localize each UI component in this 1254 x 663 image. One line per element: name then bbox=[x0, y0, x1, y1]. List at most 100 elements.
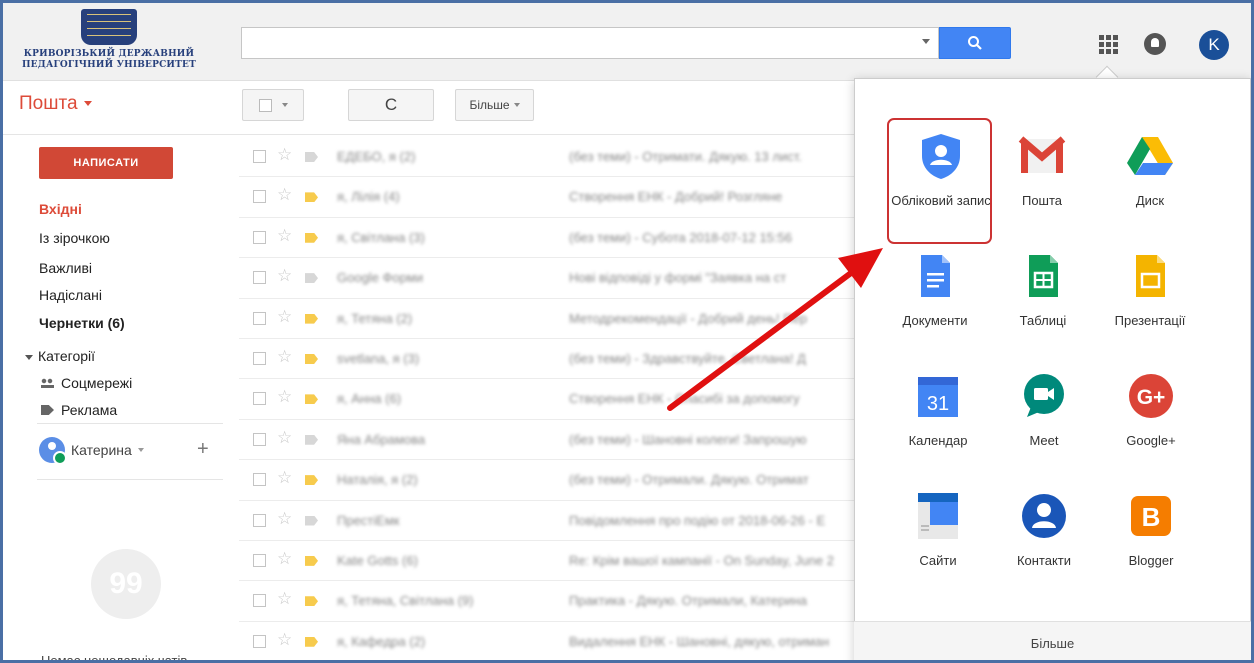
search-button[interactable] bbox=[939, 27, 1011, 59]
star-icon[interactable]: ☆ bbox=[277, 630, 292, 650]
importance-marker-icon[interactable] bbox=[305, 232, 318, 243]
refresh-icon: C bbox=[384, 95, 398, 114]
row-checkbox[interactable] bbox=[253, 473, 266, 487]
select-all-checkbox[interactable] bbox=[258, 98, 272, 112]
search-icon bbox=[968, 36, 982, 50]
star-icon[interactable]: ☆ bbox=[277, 145, 292, 165]
row-checkbox[interactable] bbox=[253, 634, 266, 648]
row-checkbox[interactable] bbox=[253, 351, 266, 365]
app-calendar[interactable]: 31 Календар bbox=[883, 371, 993, 451]
sites-icon bbox=[913, 491, 963, 541]
star-icon[interactable]: ☆ bbox=[277, 509, 292, 529]
row-checkbox[interactable] bbox=[253, 392, 266, 406]
refresh-button[interactable]: C bbox=[348, 89, 434, 121]
app-sheets[interactable]: Таблиці bbox=[988, 251, 1098, 331]
importance-marker-icon[interactable] bbox=[305, 434, 318, 445]
importance-marker-icon[interactable] bbox=[305, 555, 318, 566]
importance-marker-icon[interactable] bbox=[305, 353, 318, 364]
email-row[interactable]: ☆ я, Лілія (4) Створення ЕНК - Добрий! Роз… bbox=[239, 177, 854, 218]
email-row[interactable]: ☆ Kate Gotts (6) Re: Крім вашої кампанії -… bbox=[239, 541, 854, 582]
email-sender: я, Лілія (4) bbox=[337, 189, 400, 205]
sidebar-item-starred[interactable]: Із зірочкою bbox=[39, 230, 110, 246]
star-icon[interactable]: ☆ bbox=[277, 226, 292, 246]
row-checkbox[interactable] bbox=[253, 190, 266, 204]
row-checkbox[interactable] bbox=[253, 432, 266, 446]
email-row[interactable]: ☆ я, Тетяна (2) Методрекомендації - Добрий… bbox=[239, 299, 854, 339]
hangouts-user-status[interactable]: Катерина bbox=[39, 435, 219, 465]
search-options-dropdown-icon[interactable] bbox=[922, 39, 930, 44]
select-all-button[interactable] bbox=[242, 89, 304, 121]
sidebar-item-promotions[interactable]: Реклама bbox=[41, 402, 117, 418]
app-contacts[interactable]: Контакти bbox=[989, 491, 1099, 571]
row-checkbox[interactable] bbox=[253, 271, 266, 285]
logo-text-line2: ПЕДАГОГІЧНИЙ УНІВЕРСИТЕТ bbox=[21, 60, 196, 70]
app-google-plus[interactable]: G+ Google+ bbox=[1096, 371, 1206, 451]
importance-marker-icon[interactable] bbox=[305, 273, 318, 284]
row-checkbox[interactable] bbox=[253, 553, 266, 567]
app-drive[interactable]: Диск bbox=[1095, 131, 1205, 211]
star-icon[interactable]: ☆ bbox=[277, 387, 292, 407]
importance-marker-icon[interactable] bbox=[305, 313, 318, 324]
sidebar-item-social[interactable]: Соцмережі bbox=[41, 375, 132, 391]
app-sites[interactable]: Сайти bbox=[883, 491, 993, 571]
hangouts-user-name: Катерина bbox=[71, 442, 132, 458]
compose-button[interactable]: НАПИСАТИ bbox=[39, 147, 173, 179]
email-row[interactable]: ☆ Яна Абрамова (без теми) - Шановні колеги… bbox=[239, 420, 854, 461]
university-logo[interactable]: КРИВОРІЗЬКИЙ ДЕРЖАВНИЙ ПЕДАГОГІЧНИЙ УНІВ… bbox=[11, 9, 207, 75]
notifications-bell-icon[interactable] bbox=[1144, 33, 1166, 55]
row-checkbox[interactable] bbox=[253, 311, 266, 325]
email-subject: Практика - Дякую. Отримали, Катерина bbox=[569, 593, 808, 609]
app-mail[interactable]: Пошта bbox=[987, 131, 1097, 211]
importance-marker-icon[interactable] bbox=[305, 192, 318, 203]
apps-grid-icon[interactable] bbox=[1097, 33, 1119, 55]
email-row[interactable]: ☆ svetlana, я (3) (без теми) - Здравствуйт… bbox=[239, 339, 854, 380]
importance-marker-icon[interactable] bbox=[305, 596, 318, 607]
email-row[interactable]: ☆ ПрестіЕмк Повідомлення про подію от 2018… bbox=[239, 501, 854, 541]
app-docs[interactable]: Документи bbox=[880, 251, 990, 331]
sidebar-item-drafts[interactable]: Чернетки (6) bbox=[39, 315, 125, 331]
add-contact-button[interactable]: + bbox=[197, 439, 209, 459]
divider bbox=[37, 423, 223, 424]
email-row[interactable]: ☆ Google Форми Нові відповіді у формі "Зая… bbox=[239, 258, 854, 299]
sidebar-item-important[interactable]: Важливі bbox=[39, 260, 92, 276]
star-icon[interactable]: ☆ bbox=[277, 549, 292, 569]
row-checkbox[interactable] bbox=[253, 513, 266, 527]
importance-marker-icon[interactable] bbox=[305, 515, 318, 526]
sidebar-item-sent[interactable]: Надіслані bbox=[39, 287, 102, 303]
importance-marker-icon[interactable] bbox=[305, 394, 318, 405]
row-checkbox[interactable] bbox=[253, 150, 266, 163]
app-meet[interactable]: Meet bbox=[989, 371, 1099, 451]
star-icon[interactable]: ☆ bbox=[277, 468, 292, 488]
email-row[interactable]: ☆ я, Анна (6) Створення ЕНК - Спасибі за д… bbox=[239, 379, 854, 420]
drive-icon bbox=[1125, 131, 1175, 181]
star-icon[interactable]: ☆ bbox=[277, 185, 292, 205]
star-icon[interactable]: ☆ bbox=[277, 266, 292, 286]
star-icon[interactable]: ☆ bbox=[277, 589, 292, 609]
row-checkbox[interactable] bbox=[253, 230, 266, 244]
star-icon[interactable]: ☆ bbox=[277, 347, 292, 367]
importance-marker-icon[interactable] bbox=[305, 475, 318, 486]
more-actions-button[interactable]: Більше bbox=[455, 89, 534, 121]
search-input[interactable] bbox=[241, 27, 939, 59]
apps-more-button[interactable]: Більше bbox=[854, 621, 1251, 660]
account-avatar[interactable]: K bbox=[1199, 30, 1229, 60]
mail-app-switcher[interactable]: Пошта bbox=[19, 93, 92, 115]
divider bbox=[37, 479, 223, 480]
app-blogger[interactable]: B Blogger bbox=[1096, 491, 1206, 571]
star-icon[interactable]: ☆ bbox=[277, 428, 292, 448]
importance-marker-icon[interactable] bbox=[305, 152, 318, 162]
email-row[interactable]: ☆ я, Тетяна, Світлана (9) Практика - Дякую… bbox=[239, 581, 854, 622]
email-row[interactable]: ☆ Наталія, я (2) (без теми) - Отримали. Дя… bbox=[239, 460, 854, 501]
star-icon[interactable]: ☆ bbox=[277, 307, 292, 327]
row-checkbox[interactable] bbox=[253, 594, 266, 608]
email-row[interactable]: ☆ я, Кафедра (2) Видалення ЕНК - Шановні, … bbox=[239, 622, 854, 660]
importance-marker-icon[interactable] bbox=[305, 636, 318, 647]
email-subject: (без теми) - Шановні колеги! Запрошую bbox=[569, 431, 807, 447]
sidebar-item-inbox[interactable]: Вхідні bbox=[39, 201, 82, 217]
email-row[interactable]: ☆ я, Світлана (3) (без теми) - Субота 2018… bbox=[239, 218, 854, 259]
app-label: Google+ bbox=[1126, 433, 1176, 448]
sidebar-categories-toggle[interactable]: Категорії bbox=[25, 348, 95, 364]
email-row[interactable]: ☆ ЕДЕБО, я (2) (без теми) - Отримати. Дяку… bbox=[239, 137, 854, 178]
app-slides[interactable]: Презентації bbox=[1095, 251, 1205, 331]
no-recent-chats-text: Немає нещодавніх чатів bbox=[41, 653, 188, 663]
